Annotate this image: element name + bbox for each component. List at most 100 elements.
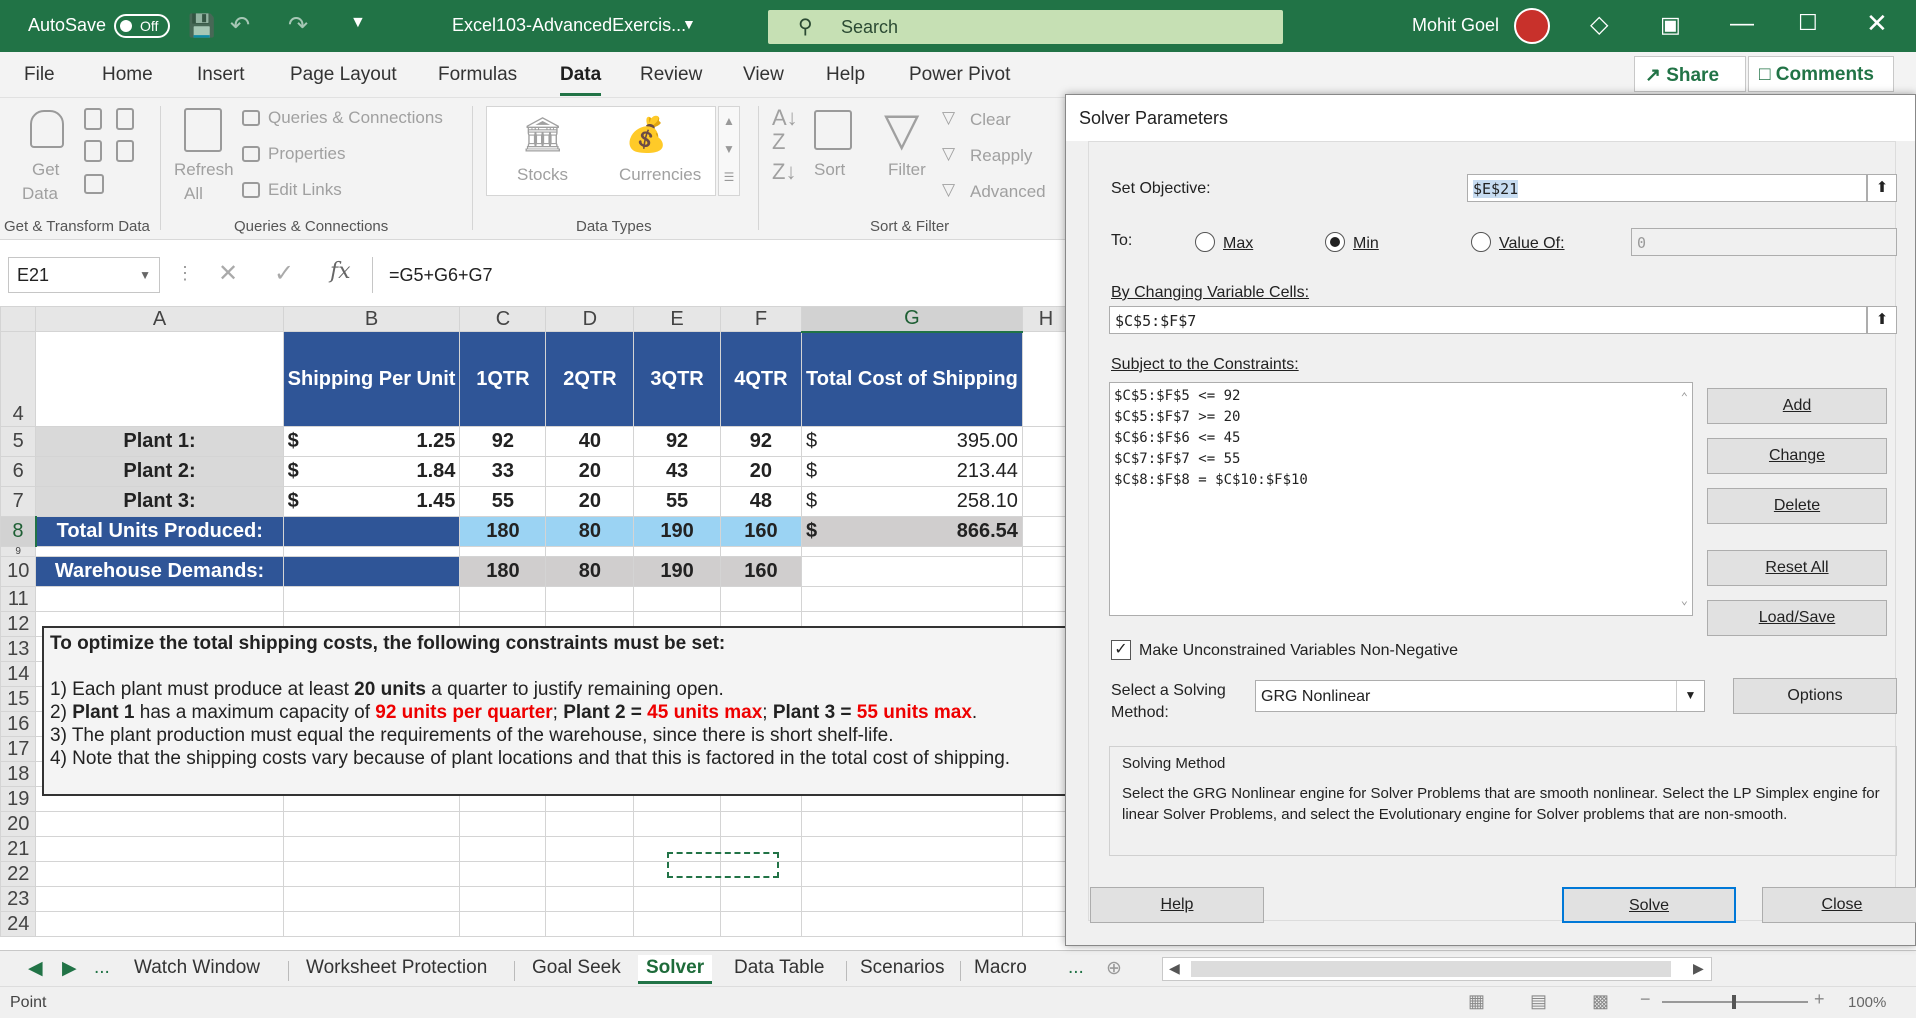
- menu-page-layout[interactable]: Page Layout: [290, 64, 397, 86]
- menu-home[interactable]: Home: [102, 64, 153, 86]
- constraints-list[interactable]: $C$5:$F$5 <= 92 $C$5:$F$7 >= 20 $C$6:$F$…: [1109, 382, 1693, 616]
- recent-sources-icon[interactable]: [116, 140, 134, 162]
- menu-view[interactable]: View: [743, 64, 784, 86]
- cell-h[interactable]: [1021, 426, 1070, 457]
- shipping-rate[interactable]: $1.84: [282, 456, 461, 487]
- method-select[interactable]: GRG Nonlinear ▼: [1255, 680, 1705, 712]
- zoom-level[interactable]: 100%: [1848, 994, 1886, 1011]
- solve-button[interactable]: Solve: [1562, 887, 1736, 923]
- tab-solver[interactable]: Solver: [638, 955, 713, 984]
- col-header-e[interactable]: E: [633, 306, 721, 332]
- reset-all-button[interactable]: Reset All: [1707, 550, 1887, 586]
- col-header-f[interactable]: F: [719, 306, 803, 332]
- zoom-out-icon[interactable]: −: [1640, 989, 1651, 1010]
- row-header[interactable]: 13: [0, 636, 37, 662]
- list-scroll-down-icon[interactable]: ⌄: [1681, 590, 1688, 611]
- col-header-c[interactable]: C: [459, 306, 547, 332]
- refresh-label[interactable]: Refresh: [174, 160, 234, 180]
- gallery-scroll[interactable]: ▲ ▼ ☰: [718, 106, 740, 196]
- qtr-value[interactable]: 20: [719, 456, 803, 487]
- name-box[interactable]: E21 ▼: [8, 257, 160, 293]
- add-button[interactable]: Add: [1707, 388, 1887, 424]
- undo-icon[interactable]: ↶: [230, 11, 250, 40]
- cell-h10[interactable]: [1021, 556, 1070, 587]
- scroll-right-icon[interactable]: ▶: [1693, 960, 1704, 977]
- row-header[interactable]: 24: [0, 911, 37, 937]
- tab-overflow-icon[interactable]: ...: [1060, 955, 1092, 981]
- row-header[interactable]: 8: [0, 516, 37, 547]
- objective-input[interactable]: $E$21: [1467, 174, 1867, 202]
- minimize-icon[interactable]: —: [1730, 10, 1754, 38]
- qtr-value[interactable]: 55: [633, 486, 721, 517]
- changing-cells-input[interactable]: $C$5:$F$7: [1109, 306, 1867, 334]
- redo-icon[interactable]: ↷: [288, 11, 308, 40]
- save-icon[interactable]: 💾: [188, 13, 215, 39]
- name-box-chevron-icon[interactable]: ▼: [139, 268, 151, 282]
- warehouse-demands-label[interactable]: Warehouse Demands:: [35, 556, 284, 587]
- row-header[interactable]: 7: [0, 486, 37, 517]
- row-header[interactable]: 10: [0, 556, 37, 587]
- menu-help[interactable]: Help: [826, 64, 865, 86]
- advanced-button[interactable]: Advanced: [970, 182, 1046, 202]
- options-button[interactable]: Options: [1733, 678, 1897, 714]
- load-save-button[interactable]: Load/Save: [1707, 600, 1887, 636]
- refresh-label2[interactable]: All: [184, 184, 203, 204]
- queries-connections-button[interactable]: Queries & Connections: [268, 108, 443, 128]
- menu-formulas[interactable]: Formulas: [438, 64, 517, 86]
- demand-q3[interactable]: 190: [633, 556, 721, 587]
- from-table-icon[interactable]: [84, 140, 102, 162]
- nonnegative-label[interactable]: Make Unconstrained Variables Non-Negativ…: [1139, 642, 1458, 660]
- normal-view-icon[interactable]: ▦: [1468, 991, 1485, 1012]
- tab-data-table[interactable]: Data Table: [726, 955, 833, 981]
- chevron-down-icon[interactable]: ▼: [1676, 681, 1704, 711]
- enter-icon[interactable]: ✓: [274, 259, 294, 288]
- autosave-toggle[interactable]: Off: [114, 14, 170, 38]
- share-button[interactable]: ↗ Share: [1634, 56, 1746, 92]
- currencies-button[interactable]: Currencies: [619, 165, 701, 185]
- radio-min[interactable]: [1325, 232, 1345, 252]
- search-box[interactable]: ⚲ Search: [768, 10, 1283, 44]
- radio-value-label[interactable]: Value Of:: [1499, 235, 1565, 253]
- demand-q1[interactable]: 180: [459, 556, 547, 587]
- qtr-value[interactable]: 92: [633, 426, 721, 457]
- cell-b10[interactable]: [282, 556, 461, 587]
- stocks-button[interactable]: Stocks: [517, 165, 568, 185]
- avatar[interactable]: [1514, 8, 1550, 44]
- cell-h4[interactable]: [1021, 331, 1070, 427]
- total-q4[interactable]: 160: [719, 516, 803, 547]
- tab-watch-window[interactable]: Watch Window: [126, 955, 268, 981]
- cell-c4[interactable]: 1QTR: [459, 331, 547, 427]
- filename-chevron-icon[interactable]: ▼: [682, 16, 696, 32]
- tab-more-icon[interactable]: ...: [86, 955, 118, 981]
- change-button[interactable]: Change: [1707, 438, 1887, 474]
- demand-q2[interactable]: 80: [545, 556, 635, 587]
- row-header[interactable]: 11: [0, 586, 37, 612]
- changing-cells-collapse-icon[interactable]: ⬆: [1867, 306, 1897, 334]
- cell-h8[interactable]: [1021, 516, 1070, 547]
- tab-scenarios[interactable]: Scenarios: [852, 955, 953, 981]
- sort-az-icon[interactable]: A↓ Z: [772, 106, 798, 154]
- radio-max[interactable]: [1195, 232, 1215, 252]
- row-header[interactable]: 5: [0, 426, 37, 457]
- ribbon-display-icon[interactable]: ▣: [1660, 12, 1681, 38]
- worksheet[interactable]: A B C D E F G H 4 Shipping Per Unit 1QTR…: [0, 306, 1070, 950]
- tab-macro[interactable]: Macro: [966, 955, 1035, 981]
- shipping-rate[interactable]: $1.45: [282, 486, 461, 517]
- col-header-g[interactable]: G: [801, 306, 1023, 333]
- menu-insert[interactable]: Insert: [197, 64, 245, 86]
- row-header[interactable]: 19: [0, 786, 37, 812]
- tab-scroll-right-icon[interactable]: ▶: [54, 955, 85, 982]
- filter-button[interactable]: Filter: [888, 160, 926, 180]
- data-types-gallery[interactable]: 🏛 Stocks 💰 Currencies: [486, 106, 716, 196]
- tab-scroll-left-icon[interactable]: ◀: [20, 955, 51, 982]
- diamond-icon[interactable]: ◇: [1590, 10, 1608, 39]
- sort-button[interactable]: Sort: [814, 160, 845, 180]
- menu-power-pivot[interactable]: Power Pivot: [909, 64, 1010, 86]
- reapply-button[interactable]: Reapply: [970, 146, 1032, 166]
- qtr-value[interactable]: 92: [719, 426, 803, 457]
- col-header-h[interactable]: H: [1021, 306, 1070, 332]
- nonnegative-checkbox[interactable]: ✓: [1111, 640, 1131, 660]
- select-all[interactable]: [0, 306, 37, 332]
- total-cost[interactable]: $395.00: [801, 426, 1023, 457]
- menu-review[interactable]: Review: [640, 64, 702, 86]
